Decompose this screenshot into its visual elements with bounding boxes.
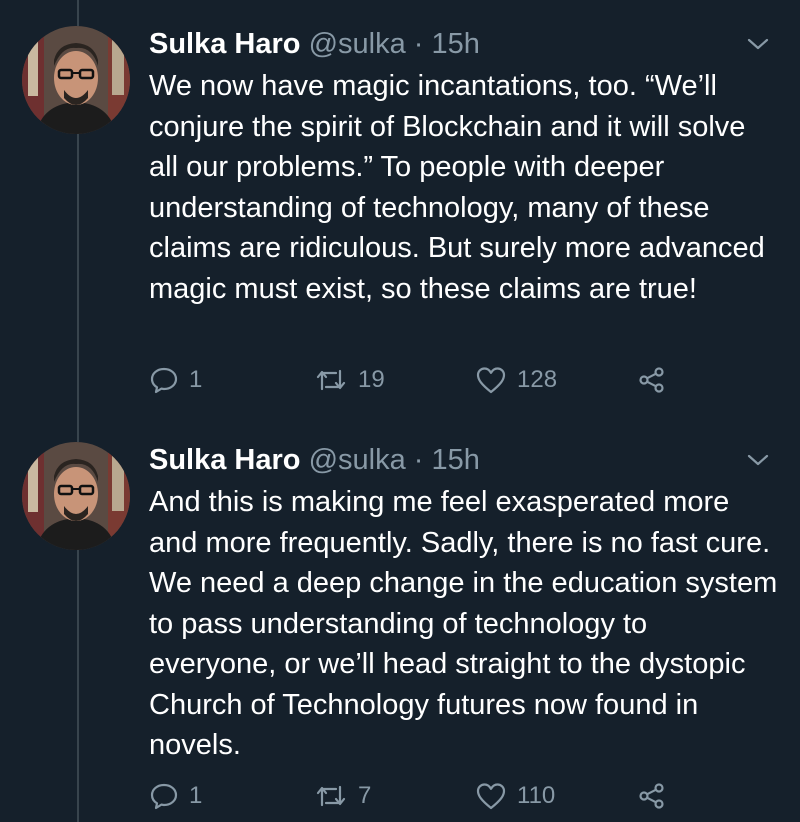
avatar[interactable]	[22, 26, 130, 134]
share-icon	[637, 365, 667, 395]
tweet-text: And this is making me feel exasperated m…	[149, 486, 778, 761]
retweet-button[interactable]: 19	[314, 360, 385, 400]
like-count: 110	[517, 782, 556, 809]
share-button[interactable]	[637, 360, 667, 400]
tweet-text: We now have magic incantations, too. “We…	[149, 70, 765, 305]
separator-dot: ·	[413, 28, 424, 60]
author-name[interactable]: Sulka Haro	[149, 444, 301, 476]
heart-icon	[475, 781, 507, 811]
retweet-button[interactable]: 7	[314, 776, 371, 816]
separator-dot: ·	[413, 444, 424, 476]
chevron-down-icon[interactable]	[746, 34, 770, 54]
reply-button[interactable]: 1	[149, 360, 202, 400]
retweet-count: 7	[358, 782, 372, 809]
tweet-header: Sulka Haro @sulka · 15h	[149, 26, 480, 66]
reply-count: 1	[189, 366, 203, 393]
tweet-actions: 1 7 110	[149, 776, 709, 816]
author-handle[interactable]: @sulka	[309, 444, 406, 476]
avatar[interactable]	[22, 442, 130, 550]
author-handle[interactable]: @sulka	[309, 28, 406, 60]
timestamp[interactable]: 15h	[432, 444, 480, 476]
share-icon	[637, 781, 667, 811]
reply-icon	[149, 365, 179, 395]
tweet-actions: 1 19 128	[149, 360, 709, 400]
chevron-down-icon[interactable]	[746, 450, 770, 470]
heart-icon	[475, 365, 507, 395]
tweet[interactable]: Sulka Haro @sulka · 15h And this is maki…	[0, 412, 800, 822]
reply-icon	[149, 781, 179, 811]
retweet-count: 19	[358, 366, 385, 393]
retweet-icon	[314, 781, 348, 811]
retweet-icon	[314, 365, 348, 395]
tweet-header: Sulka Haro @sulka · 15h	[149, 442, 480, 482]
like-button[interactable]: 110	[475, 776, 555, 816]
timestamp[interactable]: 15h	[432, 28, 480, 60]
like-count: 128	[517, 366, 558, 393]
tweet[interactable]: Sulka Haro @sulka · 15h We now have magi…	[0, 0, 800, 412]
reply-button[interactable]: 1	[149, 776, 202, 816]
share-button[interactable]	[637, 776, 667, 816]
reply-count: 1	[189, 782, 203, 809]
like-button[interactable]: 128	[475, 360, 557, 400]
author-name[interactable]: Sulka Haro	[149, 28, 301, 60]
